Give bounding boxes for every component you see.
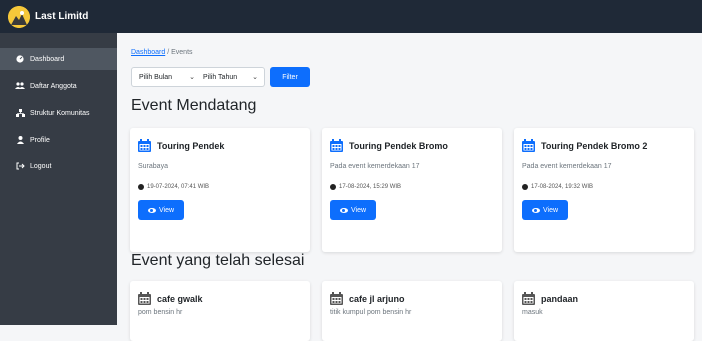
event-card: Touring Pendek Bromo Pada event kemerdek…	[322, 128, 502, 252]
calendar-icon	[330, 292, 343, 305]
event-title: cafe gwalk	[157, 293, 203, 304]
sidebar-item-struktur-komunitas[interactable]: Struktur Komunitas	[0, 102, 117, 124]
past-event-card: cafe jl arjuno titik kumpul pom bensin h…	[322, 281, 502, 341]
event-title: pandaan	[541, 293, 579, 304]
eye-icon	[531, 207, 540, 213]
year-select-value: Pilih Tahun	[203, 73, 238, 81]
sidebar-item-logout[interactable]: Logout	[0, 155, 117, 177]
year-select[interactable]: Pilih Tahun ⌄	[196, 67, 265, 87]
event-subtitle: pom bensin hr	[138, 309, 183, 316]
sidebar-item-profile[interactable]: Profile	[0, 129, 117, 151]
sidebar-item-label: Dashboard	[30, 55, 65, 63]
sidebar-item-label: Logout	[30, 162, 52, 170]
calendar-icon	[522, 292, 535, 305]
clock-icon	[522, 184, 528, 190]
view-button-label: View	[350, 206, 367, 214]
sidebar-item-label: Daftar Anggota	[30, 82, 77, 90]
event-subtitle: Pada event kemerdekaan 17	[330, 163, 420, 170]
main-content: Dashboard / Events Pilih Bulan ⌄ Pilih T…	[117, 33, 702, 341]
calendar-icon	[330, 139, 343, 152]
breadcrumb: Dashboard / Events	[131, 49, 193, 56]
eye-icon	[339, 207, 348, 213]
event-date: 19-07-2024, 07:41 WIB	[138, 184, 209, 190]
sidebar: Dashboard Daftar Anggota Struktur Komuni…	[0, 33, 117, 325]
past-events-title: Event yang telah selesai	[131, 252, 305, 269]
event-date-text: 17-08-2024, 15:29 WIB	[339, 184, 402, 190]
breadcrumb-current: Events	[171, 49, 193, 56]
sidebar-item-label: Struktur Komunitas	[30, 109, 90, 117]
event-subtitle: masuk	[522, 309, 543, 316]
calendar-icon	[138, 139, 151, 152]
sidebar-item-dashboard[interactable]: Dashboard	[0, 48, 117, 70]
event-title: cafe jl arjuno	[349, 293, 405, 304]
past-event-card: cafe gwalk pom bensin hr	[130, 281, 310, 341]
event-date: 17-08-2024, 15:29 WIB	[330, 184, 401, 190]
past-event-card: pandaan masuk	[514, 281, 694, 341]
brand-logo-icon	[8, 5, 30, 28]
event-card: Touring Pendek Bromo 2 Pada event kemerd…	[514, 128, 694, 252]
eye-icon	[147, 207, 156, 213]
top-navbar: Last Limitd	[0, 0, 702, 33]
event-date: 17-08-2024, 19:32 WIB	[522, 184, 593, 190]
calendar-icon	[522, 139, 535, 152]
dashboard-icon	[13, 55, 27, 63]
event-card: Touring Pendek Surabaya 19-07-2024, 07:4…	[130, 128, 310, 252]
sidebar-item-daftar-anggota[interactable]: Daftar Anggota	[0, 75, 117, 97]
view-button-label: View	[158, 206, 175, 214]
sitemap-icon	[13, 109, 27, 117]
chevron-down-icon: ⌄	[252, 74, 258, 81]
calendar-icon	[138, 292, 151, 305]
view-button[interactable]: View	[522, 200, 568, 220]
event-title: Touring Pendek Bromo	[349, 140, 448, 151]
month-select[interactable]: Pilih Bulan ⌄	[131, 67, 202, 87]
chevron-down-icon: ⌄	[189, 74, 195, 81]
upcoming-events-title: Event Mendatang	[131, 97, 257, 114]
users-icon	[13, 82, 27, 90]
brand[interactable]: Last Limitd	[8, 4, 88, 29]
view-button[interactable]: View	[138, 200, 184, 220]
filter-button[interactable]: Filter	[270, 67, 310, 87]
event-date-text: 19-07-2024, 07:41 WIB	[147, 184, 210, 190]
event-subtitle: Pada event kemerdekaan 17	[522, 163, 612, 170]
breadcrumb-separator: /	[167, 49, 170, 56]
breadcrumb-link-dashboard[interactable]: Dashboard	[131, 49, 165, 56]
event-subtitle: titik kumpul pom bensin hr	[330, 309, 412, 316]
event-subtitle: Surabaya	[138, 163, 168, 170]
view-button[interactable]: View	[330, 200, 376, 220]
month-select-value: Pilih Bulan	[139, 73, 173, 81]
clock-icon	[138, 184, 144, 190]
user-icon	[13, 136, 27, 144]
event-title: Touring Pendek	[157, 140, 225, 151]
logout-icon	[13, 162, 27, 170]
clock-icon	[330, 184, 336, 190]
event-date-text: 17-08-2024, 19:32 WIB	[531, 184, 594, 190]
sidebar-item-label: Profile	[30, 136, 50, 144]
view-button-label: View	[542, 206, 559, 214]
event-title: Touring Pendek Bromo 2	[541, 140, 648, 151]
brand-name: Last Limitd	[35, 11, 89, 22]
